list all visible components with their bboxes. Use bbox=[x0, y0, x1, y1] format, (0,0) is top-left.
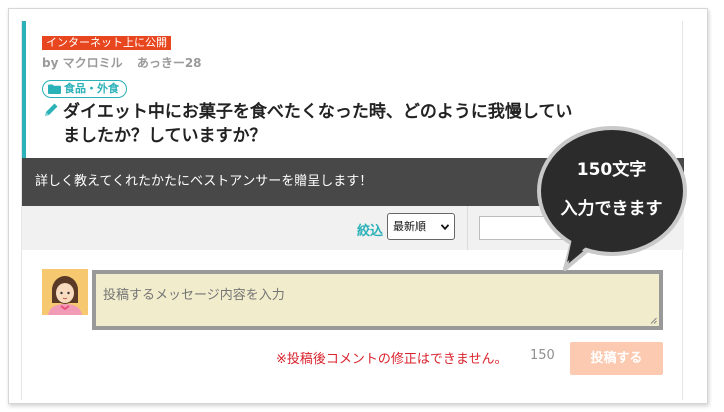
category-tag[interactable]: 食品・外食 bbox=[42, 80, 127, 98]
question-title-line1: ダイエット中にお菓子を食べたくなった時、どのように我慢してい bbox=[63, 102, 573, 122]
char-limit-callout: 150文字 入力できます bbox=[535, 123, 695, 273]
folder-icon bbox=[48, 84, 61, 94]
visibility-badge: インターネット上に公開 bbox=[42, 36, 171, 50]
pencil-icon bbox=[45, 103, 58, 116]
author-nickname[interactable]: あっきー28 bbox=[137, 56, 202, 70]
filter-label: 絞込 bbox=[357, 224, 384, 239]
chevron-down-icon bbox=[441, 224, 449, 230]
question-title: ダイエット中にお菓子を食べたくなった時、どのように我慢してい ましたか？していま… bbox=[42, 100, 602, 148]
filter-divider bbox=[467, 206, 468, 250]
sort-select[interactable]: 最新順 bbox=[387, 213, 455, 240]
resize-grip-icon[interactable] bbox=[650, 317, 657, 324]
comment-box bbox=[92, 270, 663, 330]
user-avatar-icon bbox=[42, 269, 88, 315]
by-label: by bbox=[42, 56, 59, 70]
callout-line1: 150文字 bbox=[576, 160, 647, 180]
submit-button[interactable]: 投稿する bbox=[570, 342, 663, 375]
author-name[interactable]: マクロミル bbox=[63, 56, 123, 70]
remaining-char-count: 150 bbox=[530, 348, 555, 363]
byline: by マクロミル あっきー28 bbox=[42, 54, 202, 71]
sort-selected-value: 最新順 bbox=[393, 220, 426, 233]
question-title-line2: ましたか？していますか？ bbox=[63, 126, 267, 146]
callout-line2: 入力できます bbox=[560, 199, 663, 219]
comment-textarea[interactable] bbox=[96, 274, 659, 326]
edit-warning-text: ※投稿後コメントの修正はできません。 bbox=[276, 352, 508, 367]
category-label: 食品・外食 bbox=[64, 82, 119, 95]
